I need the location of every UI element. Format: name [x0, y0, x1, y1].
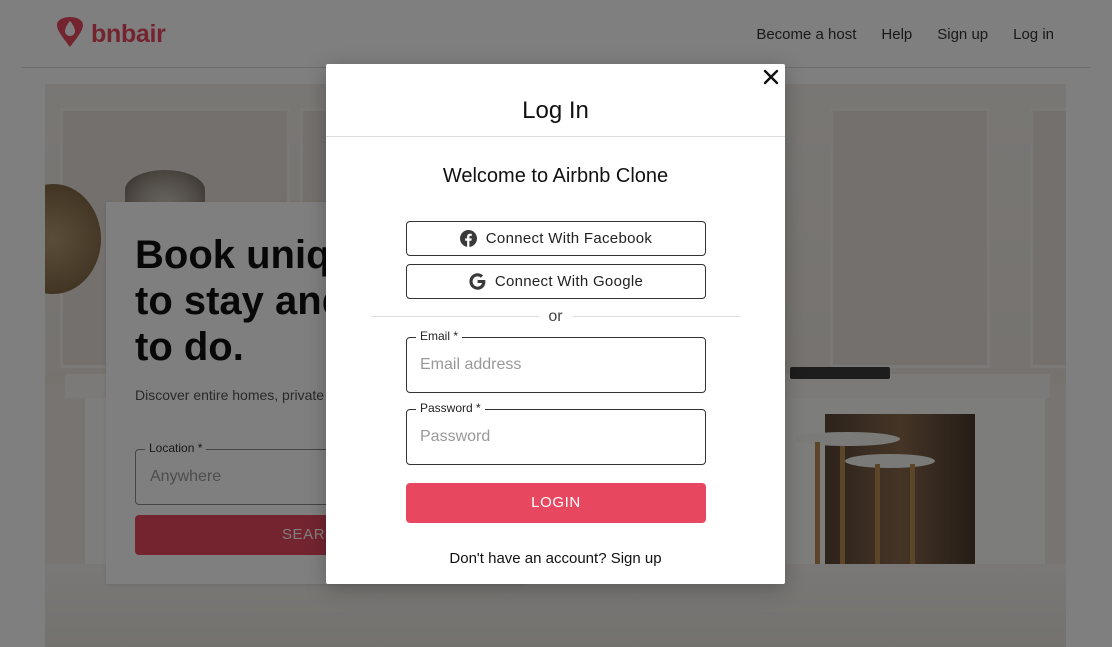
- login-button[interactable]: LOGIN: [406, 483, 706, 523]
- or-text: or: [548, 308, 563, 325]
- signup-link[interactable]: Sign up: [611, 550, 662, 567]
- modal-title: Log In: [522, 97, 589, 124]
- password-label: Password *: [416, 401, 485, 415]
- password-input[interactable]: Password: [420, 428, 490, 446]
- or-line-right: [573, 316, 740, 317]
- facebook-icon: [459, 230, 477, 247]
- login-modal: Log In Welcome to Airbnb Clone Connect W…: [326, 64, 785, 584]
- welcome-text: Welcome to Airbnb Clone: [442, 165, 669, 187]
- close-button[interactable]: [760, 66, 782, 88]
- password-field[interactable]: Password * Password: [406, 401, 706, 465]
- email-input[interactable]: Email address: [420, 356, 521, 374]
- google-button[interactable]: Connect With Google: [406, 264, 706, 299]
- facebook-button-label: Connect With Facebook: [485, 230, 653, 247]
- signup-prompt-row: Don't have an account? Sign up: [326, 550, 785, 567]
- email-label: Email *: [416, 329, 463, 343]
- google-icon: [469, 273, 486, 290]
- or-divider: or: [371, 308, 740, 328]
- google-button-label: Connect With Google: [494, 273, 644, 290]
- signup-prompt: Don't have an account?: [449, 550, 607, 567]
- facebook-button[interactable]: Connect With Facebook: [406, 221, 706, 256]
- modal-divider: [326, 136, 785, 137]
- email-field[interactable]: Email * Email address: [406, 329, 706, 393]
- close-icon: [760, 69, 782, 92]
